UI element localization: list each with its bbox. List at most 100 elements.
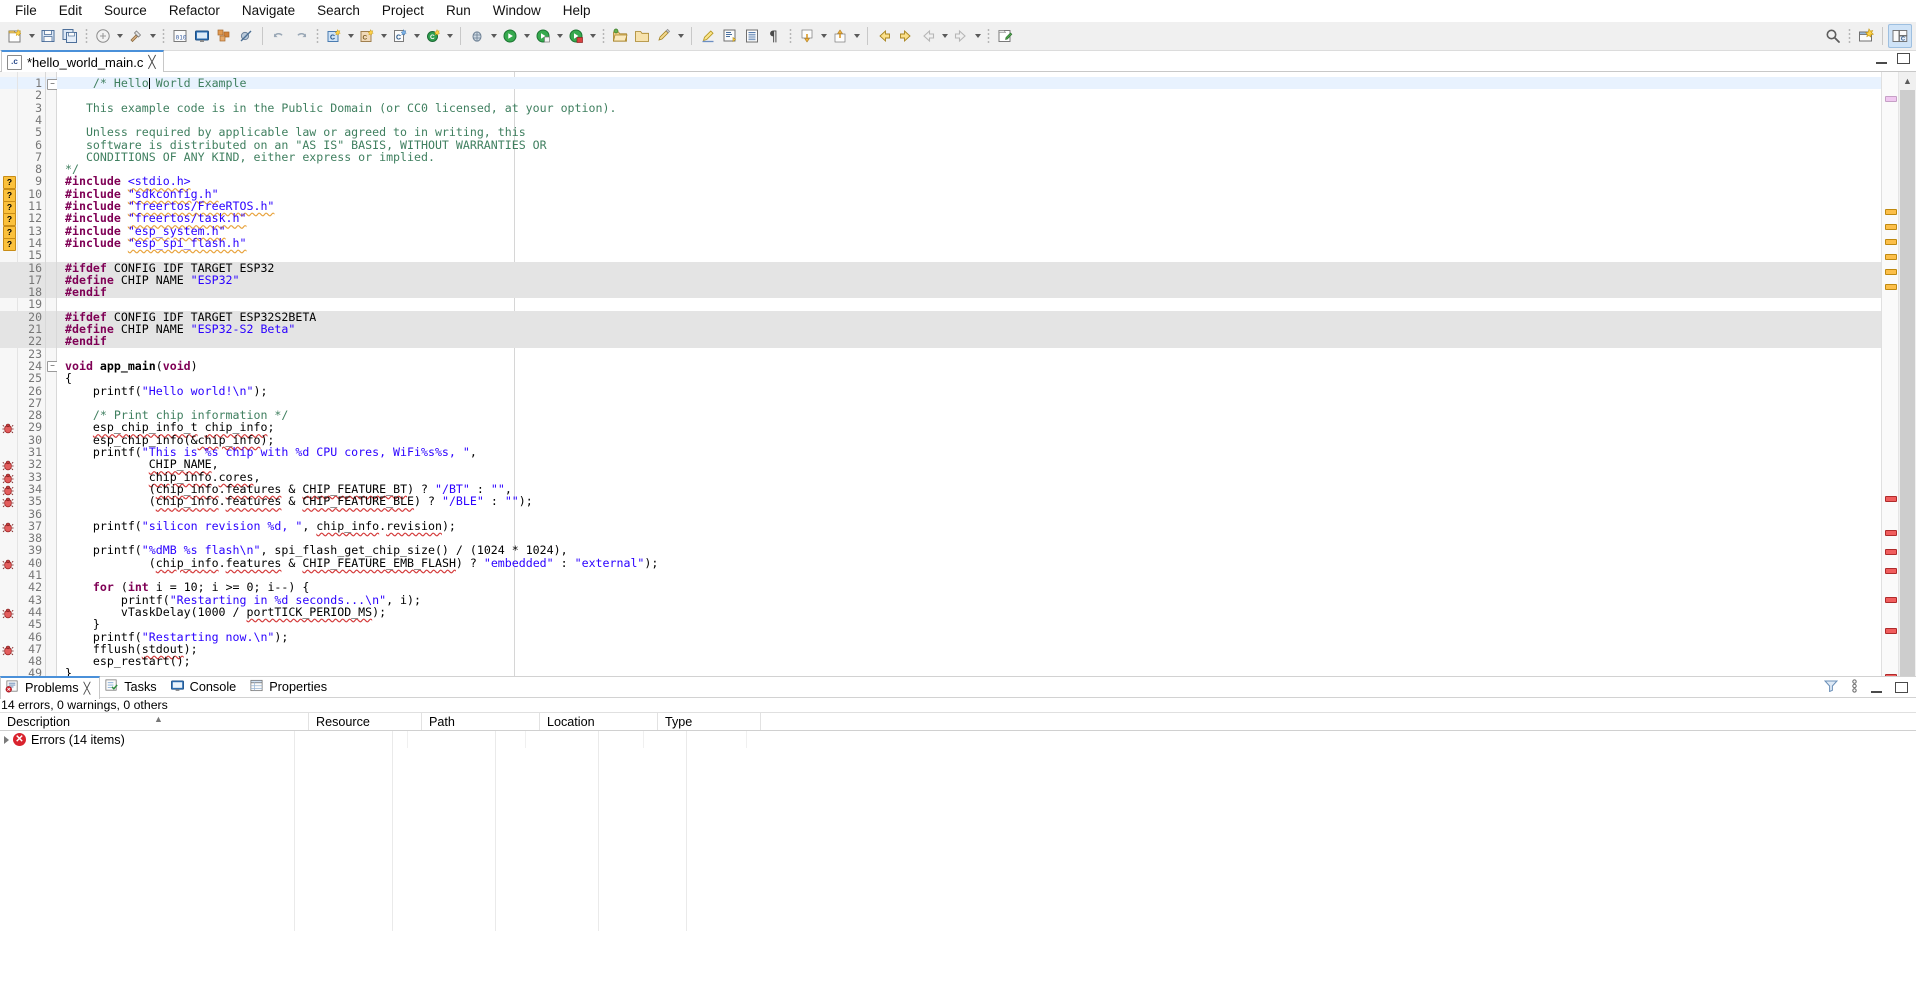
view-tab-tasks[interactable]: Tasks bbox=[100, 676, 165, 698]
skip-breakpoints-icon[interactable] bbox=[235, 25, 257, 47]
scroll-up-icon[interactable]: ▲ bbox=[1899, 72, 1916, 89]
filter-icon[interactable] bbox=[1823, 679, 1839, 695]
menu-item-refactor[interactable]: Refactor bbox=[158, 0, 231, 22]
chevron-down-icon[interactable] bbox=[521, 25, 532, 47]
debug-icon[interactable] bbox=[466, 25, 488, 47]
undo-icon[interactable] bbox=[268, 25, 290, 47]
view-tab-problems[interactable]: Problems ╳ bbox=[0, 675, 101, 699]
close-icon[interactable]: ╳ bbox=[84, 682, 91, 695]
warning-marker-icon[interactable]: ? bbox=[3, 225, 16, 239]
expand-twisty-icon[interactable] bbox=[4, 735, 9, 744]
overview-marker-warning[interactable] bbox=[1885, 239, 1897, 245]
overview-marker-error[interactable] bbox=[1885, 597, 1897, 603]
chevron-down-icon[interactable] bbox=[675, 25, 686, 47]
error-marker-icon[interactable] bbox=[2, 521, 14, 533]
overview-marker-error[interactable] bbox=[1885, 530, 1897, 536]
forward-nav-icon[interactable] bbox=[950, 25, 972, 47]
code-line[interactable]: (chip_info.features & CHIP_FEATURE_BLE) … bbox=[65, 495, 533, 508]
error-marker-icon[interactable] bbox=[2, 644, 14, 656]
build-hammer-icon[interactable] bbox=[125, 25, 147, 47]
editor-folding-ruler[interactable]: − − bbox=[46, 72, 58, 687]
view-tab-properties[interactable]: Properties bbox=[245, 676, 336, 698]
close-icon[interactable]: ╳ bbox=[148, 56, 155, 68]
column-header-resource[interactable]: Resource bbox=[309, 713, 422, 730]
editor-code-area[interactable]: /* Hello World Example This example code… bbox=[57, 72, 1881, 687]
overview-marker-warning[interactable] bbox=[1885, 284, 1897, 290]
code-line[interactable]: printf("silicon revision %d, ", chip_inf… bbox=[65, 519, 456, 532]
error-marker-icon[interactable] bbox=[2, 472, 14, 483]
pencil-edit-icon[interactable] bbox=[653, 25, 675, 47]
open-perspective-icon[interactable] bbox=[1855, 25, 1877, 47]
menu-item-navigate[interactable]: Navigate bbox=[231, 0, 306, 22]
editor-tab-hello-world-main-c[interactable]: .c *hello_world_main.c ╳ bbox=[1, 50, 164, 72]
chevron-down-icon[interactable] bbox=[972, 25, 983, 47]
open-terminal-icon[interactable] bbox=[191, 25, 213, 47]
back-history-icon[interactable] bbox=[873, 25, 895, 47]
new-class-icon[interactable]: C bbox=[422, 25, 444, 47]
chevron-down-icon[interactable] bbox=[378, 25, 389, 47]
minimize-icon[interactable] bbox=[1871, 682, 1882, 693]
menu-item-file[interactable]: File bbox=[4, 0, 48, 22]
error-marker-icon[interactable] bbox=[2, 422, 14, 434]
column-header-path[interactable]: Path bbox=[422, 713, 540, 730]
table-row[interactable]: ✕ Errors (14 items) bbox=[0, 731, 1916, 748]
search-icon[interactable] bbox=[1822, 25, 1844, 47]
chevron-down-icon[interactable] bbox=[345, 25, 356, 47]
chevron-down-icon[interactable] bbox=[488, 25, 499, 47]
warning-marker-icon[interactable]: ? bbox=[3, 213, 16, 227]
show-outline-icon[interactable] bbox=[741, 25, 763, 47]
chevron-down-icon[interactable] bbox=[26, 25, 37, 47]
menu-item-edit[interactable]: Edit bbox=[48, 0, 93, 22]
overview-marker-warning[interactable] bbox=[1885, 269, 1897, 275]
editor-marker-gutter[interactable]: ?????? bbox=[0, 72, 18, 687]
warning-marker-icon[interactable]: ? bbox=[3, 188, 16, 202]
code-line[interactable]: { bbox=[65, 372, 72, 385]
run-external-tools-icon[interactable] bbox=[532, 25, 554, 47]
new-c-file-icon[interactable]: C bbox=[389, 25, 411, 47]
show-source-icon[interactable] bbox=[719, 25, 741, 47]
column-header-description[interactable]: Description ▲ bbox=[0, 713, 309, 730]
warning-marker-icon[interactable]: ? bbox=[3, 176, 16, 190]
chevron-down-icon[interactable] bbox=[587, 25, 598, 47]
overview-marker-info[interactable] bbox=[1885, 96, 1897, 102]
back-nav-icon[interactable] bbox=[917, 25, 939, 47]
run-icon[interactable] bbox=[499, 25, 521, 47]
open-project-icon[interactable] bbox=[631, 25, 653, 47]
code-line[interactable]: } bbox=[65, 618, 100, 631]
redo-icon[interactable] bbox=[290, 25, 312, 47]
editor-vertical-scrollbar[interactable]: ▲ ▼ bbox=[1898, 72, 1916, 790]
overview-marker-error[interactable] bbox=[1885, 628, 1897, 634]
editor-overview-ruler[interactable] bbox=[1881, 72, 1898, 716]
warning-marker-icon[interactable]: ? bbox=[3, 237, 16, 251]
c-cpp-perspective-icon[interactable]: C bbox=[1888, 24, 1912, 48]
chevron-down-icon[interactable] bbox=[411, 25, 422, 47]
open-folder-icon[interactable] bbox=[609, 25, 631, 47]
error-marker-icon[interactable] bbox=[2, 484, 14, 496]
code-line[interactable]: #include "esp_spi_flash.h" bbox=[65, 237, 247, 249]
menu-item-window[interactable]: Window bbox=[482, 0, 552, 22]
code-line[interactable]: (chip_info.features & CHIP_FEATURE_EMB_F… bbox=[65, 556, 659, 569]
build-all-icon[interactable] bbox=[92, 25, 114, 47]
new-c-project-icon[interactable]: C bbox=[323, 25, 345, 47]
overview-marker-warning[interactable] bbox=[1885, 254, 1897, 260]
overview-marker-warning[interactable] bbox=[1885, 209, 1897, 215]
error-marker-icon[interactable] bbox=[2, 607, 14, 619]
chevron-down-icon[interactable] bbox=[147, 25, 158, 47]
view-tab-console[interactable]: Console bbox=[166, 676, 246, 698]
menu-item-project[interactable]: Project bbox=[371, 0, 435, 22]
run-last-tool-icon[interactable] bbox=[565, 25, 587, 47]
overview-marker-error[interactable] bbox=[1885, 568, 1897, 574]
view-menu-icon[interactable] bbox=[1851, 678, 1858, 696]
code-line[interactable]: This example code is in the Public Domai… bbox=[65, 101, 617, 114]
highlight-marker-icon[interactable] bbox=[697, 25, 719, 47]
warning-marker-icon[interactable]: ? bbox=[3, 201, 16, 214]
code-line[interactable]: CONDITIONS OF ANY KIND, either express o… bbox=[65, 151, 435, 163]
save-all-icon[interactable] bbox=[59, 25, 81, 47]
chevron-down-icon[interactable] bbox=[818, 25, 829, 47]
toggle-source-assembly-icon[interactable]: 010 bbox=[169, 25, 191, 47]
code-line[interactable]: void app_main(void) bbox=[65, 360, 198, 373]
overview-marker-warning[interactable] bbox=[1885, 224, 1897, 230]
code-line[interactable]: esp_restart(); bbox=[65, 655, 191, 668]
previous-annotation-icon[interactable] bbox=[829, 25, 851, 47]
new-cpp-project-icon[interactable]: C bbox=[356, 25, 378, 47]
